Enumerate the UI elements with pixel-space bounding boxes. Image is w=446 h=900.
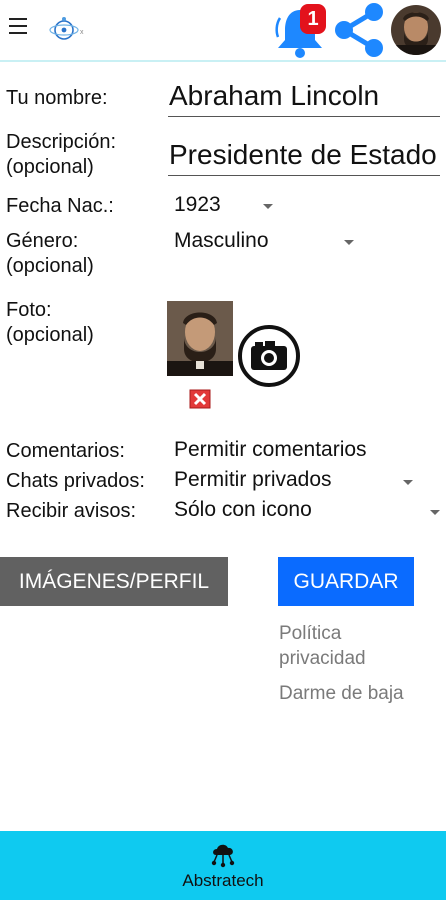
menu-icon[interactable] xyxy=(9,18,27,36)
birth-select[interactable]: 1923 xyxy=(174,193,254,217)
unsubscribe-link[interactable]: Darme de baja xyxy=(279,681,404,706)
footer-brand: Abstratech xyxy=(182,871,264,890)
name-input[interactable]: Abraham Lincoln xyxy=(169,80,439,112)
notices-label: Recibir avisos: xyxy=(6,500,137,522)
chevron-down-icon[interactable] xyxy=(430,510,440,515)
name-underline xyxy=(168,116,440,117)
private-chats-label: Chats privados: xyxy=(6,470,145,492)
notices-select[interactable]: Sólo con icono xyxy=(174,498,394,522)
name-label: Tu nombre: xyxy=(6,87,108,109)
svg-text:x: x xyxy=(80,29,84,36)
top-bar: x 1 xyxy=(0,0,446,62)
chevron-down-icon[interactable] xyxy=(263,204,273,209)
birth-label: Fecha Nac.: xyxy=(6,195,114,217)
chevron-down-icon[interactable] xyxy=(403,480,413,485)
app-logo-icon[interactable]: x xyxy=(46,14,88,46)
profile-photo[interactable] xyxy=(167,301,233,376)
images-profile-button[interactable]: IMÁGENES/PERFIL xyxy=(0,557,228,606)
comments-select[interactable]: Permitir comentarios xyxy=(174,438,434,462)
description-underline xyxy=(168,175,440,176)
avatar[interactable] xyxy=(391,5,441,55)
photo-label: Foto: (opcional) xyxy=(6,299,94,346)
delete-photo-icon[interactable] xyxy=(189,389,211,409)
gender-select[interactable]: Masculino xyxy=(174,229,334,253)
notification-badge: 1 xyxy=(300,4,326,34)
share-icon[interactable] xyxy=(330,2,388,58)
comments-label: Comentarios: xyxy=(6,440,125,462)
privacy-policy-link[interactable]: Política privacidad xyxy=(279,621,366,671)
chevron-down-icon[interactable] xyxy=(344,240,354,245)
gender-label: Género: (opcional) xyxy=(6,230,94,277)
cloud-network-icon[interactable] xyxy=(209,842,237,868)
camera-icon[interactable] xyxy=(237,324,301,388)
description-input[interactable]: Presidente de Estado xyxy=(169,139,439,171)
save-button[interactable]: GUARDAR xyxy=(278,557,414,606)
description-label: Descripción: (opcional) xyxy=(6,131,117,178)
private-chats-select[interactable]: Permitir privados xyxy=(174,468,394,492)
